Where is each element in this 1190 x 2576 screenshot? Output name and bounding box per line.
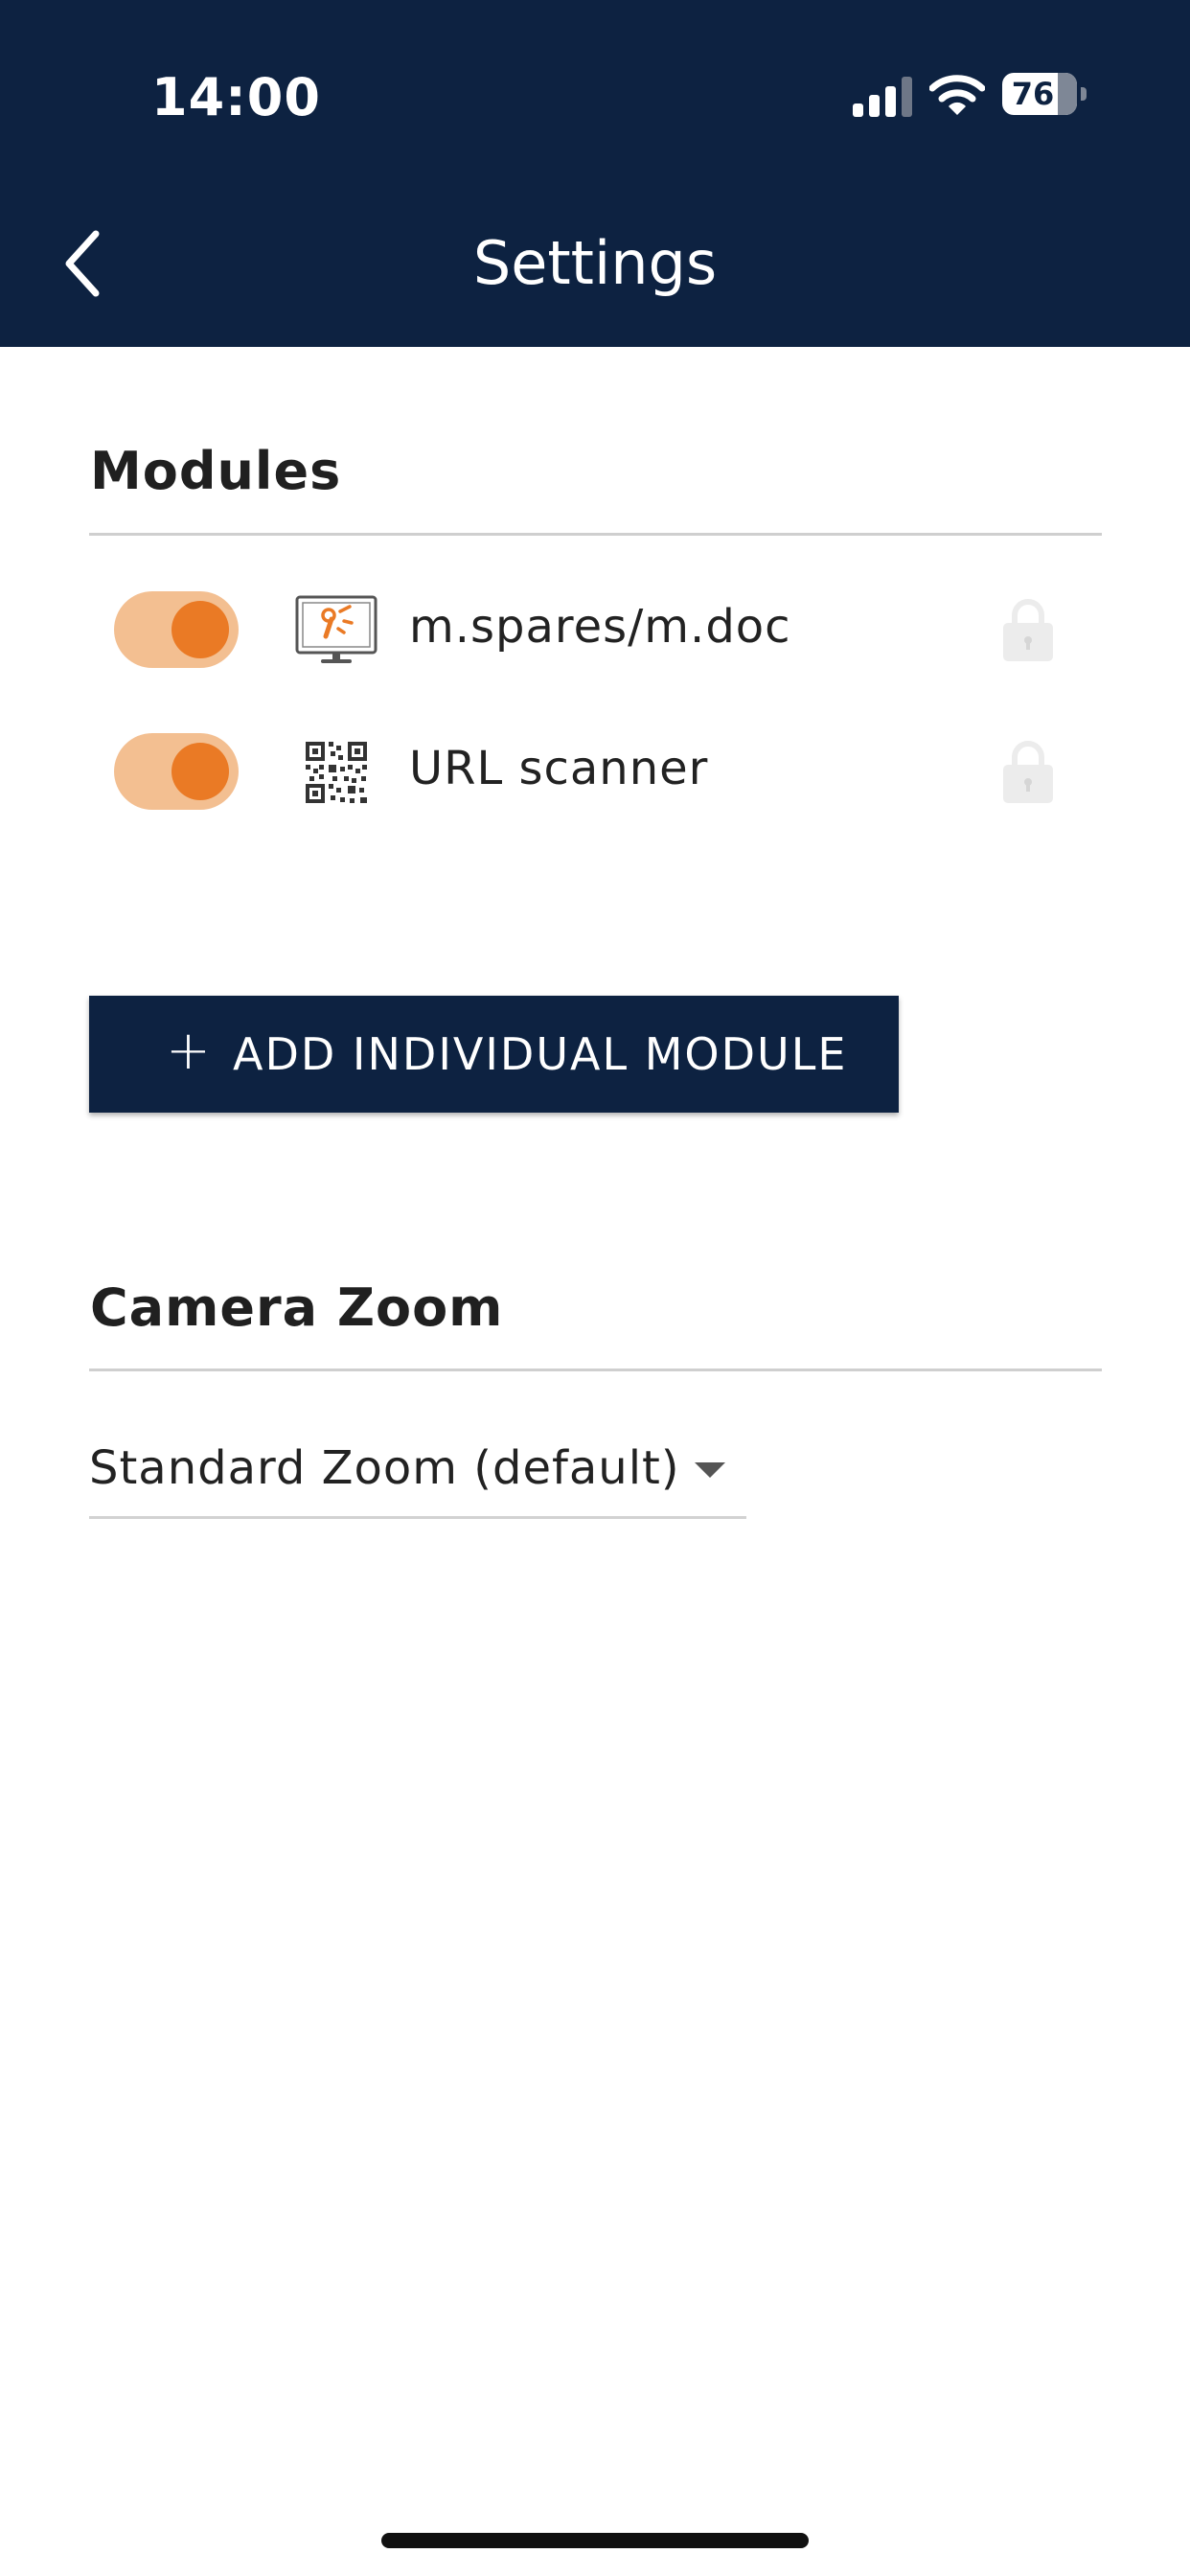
- home-indicator[interactable]: [381, 2533, 809, 2548]
- camera-zoom-section-title: Camera Zoom: [90, 1277, 504, 1338]
- camera-zoom-divider: [89, 1368, 1102, 1371]
- module-toggle-mspares[interactable]: [114, 591, 239, 668]
- caret-down-icon: [695, 1462, 725, 1478]
- plus-icon: +: [166, 1020, 211, 1082]
- modules-section-title: Modules: [90, 441, 342, 501]
- cellular-signal-icon: [853, 77, 912, 117]
- wifi-icon: [929, 75, 985, 115]
- battery-icon: 76: [1002, 73, 1087, 115]
- lock-icon: [1003, 741, 1053, 803]
- camera-zoom-selected-value: Standard Zoom (default): [89, 1441, 680, 1495]
- module-label: m.spares/m.doc: [409, 600, 791, 654]
- status-time: 14:00: [151, 67, 321, 127]
- add-button-label: ADD INDIVIDUAL MODULE: [233, 1028, 848, 1080]
- monitor-tools-icon: [295, 595, 378, 663]
- add-individual-module-button[interactable]: + ADD INDIVIDUAL MODULE: [89, 996, 899, 1113]
- modules-divider: [89, 533, 1102, 536]
- toggle-knob: [172, 743, 229, 800]
- battery-nub: [1081, 87, 1087, 101]
- camera-zoom-select[interactable]: Standard Zoom (default): [89, 1418, 746, 1519]
- module-row-mspares: m.spares/m.doc: [89, 577, 1102, 682]
- battery-level: 76: [1011, 76, 1055, 112]
- lock-icon: [1003, 599, 1053, 661]
- module-label: URL scanner: [409, 742, 709, 795]
- app-header: 14:00 76 Settings: [0, 0, 1190, 347]
- module-row-url-scanner: URL scanner: [89, 719, 1102, 824]
- qr-code-icon: [306, 742, 367, 803]
- page-title: Settings: [472, 228, 718, 298]
- module-toggle-url-scanner[interactable]: [114, 733, 239, 810]
- battery-body: 76: [1002, 73, 1077, 115]
- toggle-knob: [172, 601, 229, 658]
